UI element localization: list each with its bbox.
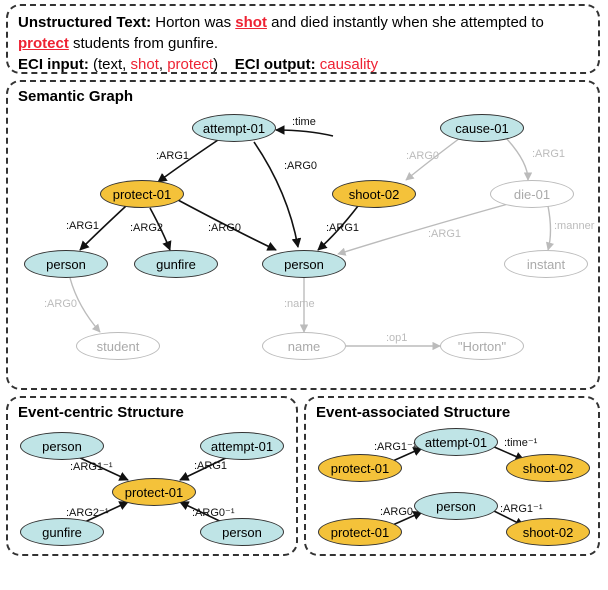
text-post: students from gunfire. <box>69 35 218 52</box>
eci-output-label: ECI output: <box>235 56 316 73</box>
input-panel: Unstructured Text: Horton was shot and d… <box>6 4 600 74</box>
ecs-title: Event-centric Structure <box>18 404 184 421</box>
node-horton: "Horton" <box>440 332 524 360</box>
text-pre: Horton was <box>155 14 235 31</box>
node-protect: protect-01 <box>100 180 184 208</box>
node-student: student <box>76 332 160 360</box>
edge-label: :ARG1 <box>156 150 189 162</box>
eas-node-protect-1: protect-01 <box>318 454 402 482</box>
word-protect: protect <box>18 35 69 52</box>
node-person-2: person <box>262 250 346 278</box>
edge-label: :time <box>292 116 316 128</box>
text-mid: and died instantly when she attempted to <box>267 14 544 31</box>
eci-io-line: ECI input: (text, shot, protect) ECI out… <box>18 54 588 75</box>
edge-label: :ARG1 <box>326 222 359 234</box>
edge-label: :ARG1⁻¹ <box>374 440 416 453</box>
node-gunfire: gunfire <box>134 250 218 278</box>
edge-label: :ARG1 <box>428 228 461 240</box>
node-attempt: attempt-01 <box>192 114 276 142</box>
edge-label: :ARG0 <box>208 222 241 234</box>
event-centric-panel: Event-centric Structure person attempt-0… <box>6 396 298 556</box>
edge-label: :ARG0 <box>380 506 413 518</box>
eas-node-protect-2: protect-01 <box>318 518 402 546</box>
edge-label: :ARG0 <box>44 298 77 310</box>
ecs-node-person-2: person <box>200 518 284 546</box>
edge-label: :ARG0 <box>406 150 439 162</box>
edge-label: :ARG1 <box>532 148 565 160</box>
word-shot: shot <box>235 14 267 31</box>
eas-node-attempt: attempt-01 <box>414 428 498 456</box>
semantic-graph-panel: Semantic Graph <box>6 80 600 390</box>
ecs-node-gunfire: gunfire <box>20 518 104 546</box>
node-person-1: person <box>24 250 108 278</box>
edge-label: :manner <box>554 220 594 232</box>
eci-output-value: causality <box>320 56 378 73</box>
ecs-node-attempt: attempt-01 <box>200 432 284 460</box>
edge-label: :ARG2⁻¹ <box>66 506 108 519</box>
node-cause: cause-01 <box>440 114 524 142</box>
ecs-node-protect: protect-01 <box>112 478 196 506</box>
edge-label: :ARG0⁻¹ <box>192 506 234 519</box>
edge-label: :ARG0 <box>284 160 317 172</box>
edge-label: :ARG1 <box>66 220 99 232</box>
ecs-node-person-1: person <box>20 432 104 460</box>
eas-node-person: person <box>414 492 498 520</box>
edge-label: :ARG2 <box>130 222 163 234</box>
unstructured-text-line: Unstructured Text: Horton was shot and d… <box>18 12 588 54</box>
eci-input-label: ECI input: <box>18 56 89 73</box>
edge-label: :name <box>284 298 315 310</box>
node-instant: instant <box>504 250 588 278</box>
edge-label: :op1 <box>386 332 407 344</box>
node-name: name <box>262 332 346 360</box>
edge-label: :ARG1 <box>194 460 227 472</box>
edge-label: :ARG1⁻¹ <box>70 460 112 473</box>
edge-label: :ARG1⁻¹ <box>500 502 542 515</box>
eas-title: Event-associated Structure <box>316 404 510 421</box>
edge-label: :time⁻¹ <box>504 436 537 449</box>
eci-input-value: (text, shot, protect) <box>93 56 218 73</box>
semantic-graph-title: Semantic Graph <box>18 88 133 105</box>
unstructured-text-label: Unstructured Text: <box>18 14 151 31</box>
node-shoot: shoot-02 <box>332 180 416 208</box>
eas-node-shoot-2: shoot-02 <box>506 518 590 546</box>
node-die: die-01 <box>490 180 574 208</box>
eas-node-shoot-1: shoot-02 <box>506 454 590 482</box>
event-associated-panel: Event-associated Structure attempt-01 pr… <box>304 396 600 556</box>
